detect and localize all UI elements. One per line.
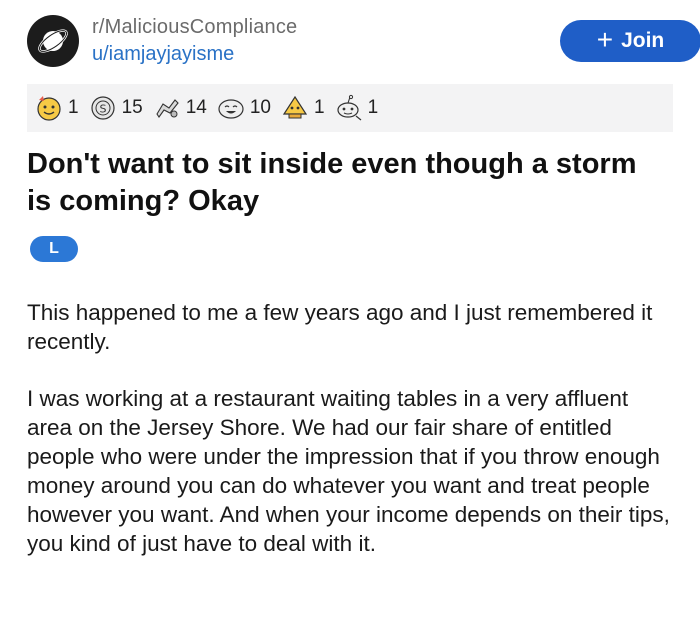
award-count: 15 [121,97,143,118]
award-count: 1 [68,97,79,118]
award-laughing[interactable]: 10 [217,94,271,122]
rocket-award-icon [282,95,308,119]
plus-icon: + [596,24,614,55]
award-snoo[interactable]: 1 [335,94,379,122]
author-username[interactable]: u/iamjayjayisme [92,43,234,66]
awards-bar[interactable]: 1 S 15 14 10 1 1 [27,84,673,132]
svg-text:S: S [99,103,106,116]
join-button[interactable]: + Join [560,20,700,62]
post-title: Don't want to sit inside even though a s… [27,148,637,217]
post-flair[interactable]: L [30,236,78,262]
post-body-paragraph: This happened to me a few years ago and … [27,300,653,354]
post-body-paragraph: I was working at a restaurant waiting ta… [27,386,670,556]
laughing-award-icon [218,99,244,119]
planet-icon [38,29,68,53]
helpful-award-icon [156,99,179,118]
award-count: 1 [314,97,325,118]
subreddit-avatar[interactable] [27,15,79,67]
award-count: 10 [249,97,271,118]
snoo-award-icon [336,94,361,121]
wholesome-award-icon [37,96,61,121]
award-silver[interactable]: S 15 [89,94,143,122]
award-rocket[interactable]: 1 [281,94,325,122]
award-helpful[interactable]: 14 [153,94,207,122]
subreddit-name[interactable]: r/MaliciousCompliance [92,16,297,39]
award-count: 1 [367,97,379,118]
silver-coin-award-icon: S [90,96,115,120]
award-wholesome[interactable]: 1 [35,94,79,122]
join-label: Join [621,29,665,52]
award-count: 14 [185,97,207,118]
